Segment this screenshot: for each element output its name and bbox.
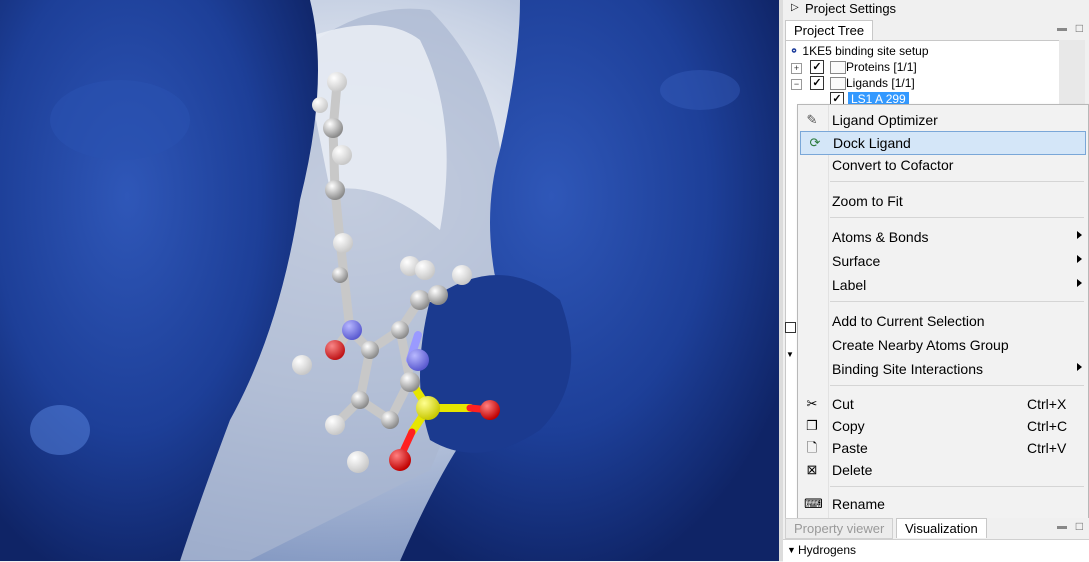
menu-label: Atoms & Bonds: [832, 229, 929, 245]
bottom-tabbar: Property viewer Visualization □: [783, 518, 1089, 539]
project-settings-header[interactable]: ▷ Project Settings: [783, 0, 1089, 18]
menu-item-ligand-optimizer[interactable]: ✎ Ligand Optimizer: [798, 109, 1086, 131]
menu-item-paste[interactable]: 🗋 Paste Ctrl+V: [798, 437, 1086, 459]
delete-icon: ⊠: [806, 462, 818, 477]
menu-label: Rename: [832, 496, 885, 512]
dropdown-arrow-icon[interactable]: ▼: [786, 350, 794, 359]
menu-item-dock-ligand[interactable]: ⟳ Dock Ligand: [800, 131, 1086, 155]
copy-icon: ❐: [806, 418, 818, 433]
panel-toggle-icon[interactable]: [785, 322, 796, 333]
project-settings-title: Project Settings: [805, 1, 897, 16]
tab-project-tree[interactable]: Project Tree: [785, 20, 874, 40]
menu-label: Surface: [832, 253, 881, 269]
menu-label: Label: [832, 277, 867, 293]
menu-item-atoms-bonds[interactable]: Atoms & Bonds: [798, 226, 1086, 248]
expand-proteins-icon[interactable]: +: [791, 63, 802, 74]
ligands-checkbox[interactable]: ✓: [810, 76, 824, 90]
menu-separator: [830, 181, 1084, 182]
menu-label: Convert to Cofactor: [832, 157, 954, 173]
menu-label: Add to Current Selection: [832, 313, 985, 329]
submenu-arrow-icon: [1077, 255, 1082, 263]
menu-label: Dock Ligand: [833, 135, 911, 151]
tree-item-proteins[interactable]: Proteins [1/1]: [846, 59, 917, 75]
molecule-3d-viewport[interactable]: [0, 0, 779, 561]
rename-icon: ⌨: [804, 496, 823, 511]
minimize-icon[interactable]: [1057, 28, 1067, 31]
tab-property-viewer[interactable]: Property viewer: [785, 518, 894, 539]
minimize-icon[interactable]: [1057, 526, 1067, 529]
menu-shortcut: Ctrl+X: [1027, 396, 1067, 412]
menu-label: Copy: [832, 418, 865, 434]
ligand-optimizer-icon: ✎: [806, 112, 818, 127]
menu-separator: [830, 217, 1084, 218]
menu-item-zoom-to-fit[interactable]: Zoom to Fit: [798, 190, 1086, 212]
submenu-arrow-icon: [1077, 363, 1082, 371]
close-icon[interactable]: □: [1076, 21, 1083, 35]
menu-item-copy[interactable]: ❐ Copy Ctrl+C: [798, 415, 1086, 437]
submenu-arrow-icon: [1077, 231, 1082, 239]
project-tree-tabbar: Project Tree □: [783, 20, 1089, 40]
menu-item-create-nearby-atoms-group[interactable]: Create Nearby Atoms Group: [798, 334, 1086, 356]
submenu-arrow-icon: [1077, 279, 1082, 287]
hydrogens-section[interactable]: ▼ Hydrogens: [783, 539, 1089, 562]
menu-separator: [830, 385, 1084, 386]
menu-label: Paste: [832, 440, 868, 456]
collapse-ligands-icon[interactable]: −: [791, 79, 802, 90]
menu-label: Create Nearby Atoms Group: [832, 337, 1009, 353]
menu-shortcut: Ctrl+C: [1027, 418, 1068, 434]
menu-separator: [830, 301, 1084, 302]
scissors-icon: ✂: [806, 396, 818, 411]
tab-visualization[interactable]: Visualization: [896, 518, 987, 538]
menu-item-delete[interactable]: ⊠ Delete: [798, 459, 1086, 481]
menu-label: Binding Site Interactions: [832, 361, 983, 377]
tree-item-ligands[interactable]: Ligands [1/1]: [846, 75, 915, 91]
menu-label: Delete: [832, 462, 873, 478]
folder-open-icon: [830, 77, 846, 90]
expand-arrow-icon: ▼: [787, 545, 796, 555]
panel-side-toolbar: ▼: [783, 322, 797, 362]
dock-ligand-icon: ⟳: [809, 135, 821, 150]
menu-label: Zoom to Fit: [832, 193, 903, 209]
collapse-icon[interactable]: ▷: [791, 2, 799, 13]
menu-item-cut[interactable]: ✂ Cut Ctrl+X: [798, 393, 1086, 415]
menu-item-binding-site-interactions[interactable]: Binding Site Interactions: [798, 358, 1086, 380]
menu-item-convert-to-cofactor[interactable]: Convert to Cofactor: [798, 154, 1086, 176]
tree-root-label: 1KE5 binding site setup: [802, 44, 929, 58]
menu-separator: [830, 486, 1084, 487]
hydrogens-label: Hydrogens: [798, 543, 857, 557]
tree-root[interactable]: ⚬ 1KE5 binding site setup: [789, 43, 929, 59]
context-menu: ✎ Ligand Optimizer ⟳ Dock Ligand Convert…: [797, 104, 1089, 519]
proteins-checkbox[interactable]: ✓: [810, 60, 824, 74]
close-icon[interactable]: □: [1076, 519, 1083, 533]
paste-icon: 🗋: [806, 440, 818, 455]
protein-surface-render: [0, 0, 779, 561]
folder-icon: [830, 61, 846, 74]
menu-label: Cut: [832, 396, 854, 412]
menu-label: Ligand Optimizer: [832, 112, 938, 128]
menu-item-label[interactable]: Label: [798, 274, 1086, 296]
menu-item-rename[interactable]: ⌨ Rename: [798, 493, 1086, 515]
project-icon: ⚬: [789, 44, 800, 58]
menu-item-add-to-selection[interactable]: Add to Current Selection: [798, 310, 1086, 332]
menu-shortcut: Ctrl+V: [1027, 440, 1067, 456]
menu-item-surface[interactable]: Surface: [798, 250, 1086, 272]
